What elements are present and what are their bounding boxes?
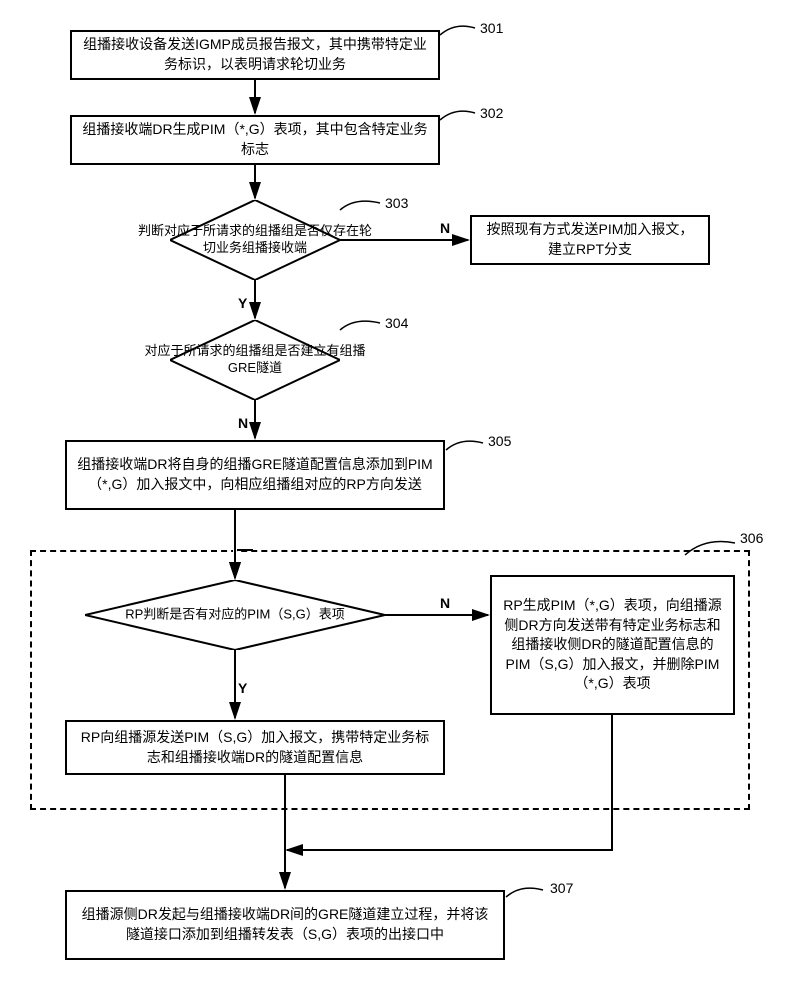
- decision-text: 判断对应于所请求的组播组是否仅存在轮切业务组播接收端: [136, 223, 374, 257]
- step-306-yes: RP向组播源发送PIM（S,G）加入报文，携带特定业务标志和组播接收端DR的隧道…: [65, 720, 445, 775]
- step-text: 按照现有方式发送PIM加入报文，建立RPT分支: [482, 220, 698, 259]
- step-text: 组播接收设备发送IGMP成员报告报文，其中携带特定业务标识，以表明请求轮切业务: [82, 35, 428, 74]
- step-301: 组播接收设备发送IGMP成员报告报文，其中携带特定业务标识，以表明请求轮切业务: [70, 30, 440, 80]
- label-yes: Y: [238, 680, 247, 696]
- decision-304: 对应于所请求的组播组是否建立有组播GRE隧道: [170, 320, 340, 400]
- label-306: 306: [740, 530, 763, 546]
- label-305: 305: [488, 433, 511, 449]
- decision-303: 判断对应于所请求的组播组是否仅存在轮切业务组播接收端: [170, 200, 340, 280]
- step-306-no: RP生成PIM（*,G）表项，向组播源侧DR方向发送带有特定业务标志和组播接收侧…: [490, 575, 735, 715]
- step-307: 组播源侧DR发起与组播接收端DR间的GRE隧道建立过程，并将该隧道接口添加到组播…: [65, 890, 505, 960]
- step-305: 组播接收端DR将自身的组播GRE隧道配置信息添加到PIM（*,G）加入报文中，向…: [65, 440, 445, 510]
- step-text: RP向组播源发送PIM（S,G）加入报文，携带特定业务标志和组播接收端DR的隧道…: [77, 728, 433, 767]
- label-no: N: [440, 595, 450, 611]
- leader-307: [498, 882, 558, 902]
- label-no: N: [440, 220, 450, 236]
- label-302: 302: [480, 105, 503, 121]
- flowchart-container: 组播接收设备发送IGMP成员报告报文，其中携带特定业务标识，以表明请求轮切业务 …: [20, 20, 776, 980]
- label-303: 303: [385, 195, 408, 211]
- step-302: 组播接收端DR生成PIM（*,G）表项，其中包含特定业务标志: [70, 115, 440, 165]
- step-text: 组播接收端DR将自身的组播GRE隧道配置信息添加到PIM（*,G）加入报文中，向…: [77, 455, 433, 494]
- step-text: 组播接收端DR生成PIM（*,G）表项，其中包含特定业务标志: [82, 120, 428, 159]
- label-yes: Y: [238, 295, 247, 311]
- label-307: 307: [550, 880, 573, 896]
- step-text: RP生成PIM（*,G）表项，向组播源侧DR方向发送带有特定业务标志和组播接收侧…: [502, 596, 723, 694]
- decision-text: 对应于所请求的组播组是否建立有组播GRE隧道: [136, 343, 374, 377]
- step-303-no: 按照现有方式发送PIM加入报文，建立RPT分支: [470, 215, 710, 265]
- label-304: 304: [385, 315, 408, 331]
- decision-text: RP判断是否有对应的PIM（S,G）表项: [85, 607, 385, 624]
- label-301: 301: [480, 20, 503, 36]
- label-no: N: [238, 415, 248, 431]
- decision-306: RP判断是否有对应的PIM（S,G）表项: [85, 580, 385, 650]
- step-text: 组播源侧DR发起与组播接收端DR间的GRE隧道建立过程，并将该隧道接口添加到组播…: [77, 905, 493, 944]
